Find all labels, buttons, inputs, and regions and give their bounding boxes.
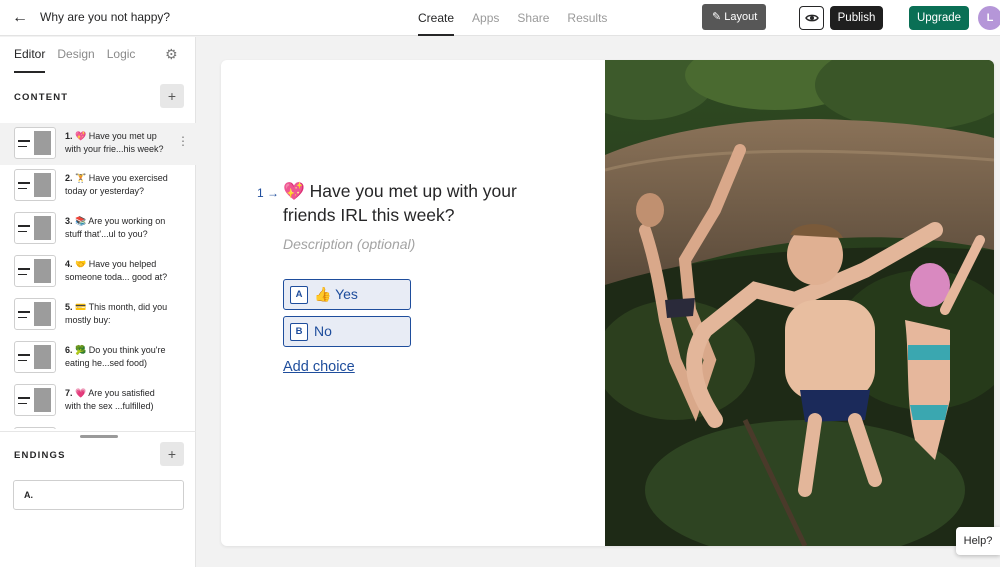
question-item[interactable]: 3. 📚 Are you working on stuff that'...ul… [0, 208, 196, 250]
ending-item[interactable]: A. [13, 480, 184, 510]
question-thumbnail-icon [14, 298, 56, 330]
question-thumbnail-icon [14, 127, 56, 159]
question-item[interactable]: 4. 🤝 Have you helped someone toda... goo… [0, 251, 196, 293]
layout-button[interactable]: ✎ Layout [702, 4, 766, 30]
form-canvas: 1 → 💖 Have you met up with your friends … [221, 60, 994, 546]
form-title[interactable]: Why are you not happy? [40, 10, 170, 24]
question-thumbnail-icon [14, 384, 56, 416]
content-section-label: CONTENT [14, 92, 69, 103]
tab-logic[interactable]: Logic [107, 47, 136, 73]
question-item[interactable] [0, 423, 196, 429]
publish-button[interactable]: Publish [830, 6, 883, 30]
add-content-button[interactable]: + [160, 84, 184, 108]
question-item-label: 3. 📚 Are you working on stuff that'...ul… [65, 216, 166, 239]
question-list[interactable]: 1. 💖 Have you met up with your frie...hi… [0, 123, 196, 429]
tab-design[interactable]: Design [57, 47, 94, 73]
tab-create[interactable]: Create [418, 0, 455, 36]
brush-icon: ✎ [712, 11, 722, 23]
choice-label: 👍 Yes [314, 286, 358, 302]
tab-results[interactable]: Results [567, 0, 607, 36]
add-ending-button[interactable]: + [160, 442, 184, 466]
tab-share[interactable]: Share [517, 0, 549, 36]
endings-section-label: ENDINGS [14, 450, 66, 461]
sidebar-tabs: Editor Design Logic [14, 47, 147, 73]
question-number: 1 → [257, 186, 280, 200]
help-button[interactable]: Help? [956, 527, 1000, 555]
upgrade-button[interactable]: Upgrade [909, 6, 969, 30]
question-item-label: 7. 💗 Are you satisfied with the sex ...f… [65, 388, 155, 411]
question-thumbnail-icon [14, 255, 56, 287]
avatar[interactable]: L [978, 6, 1000, 30]
more-options-icon[interactable]: ⋮ [177, 135, 189, 147]
choice-label: No [314, 323, 332, 339]
resize-handle[interactable] [80, 435, 118, 438]
question-item-label: 4. 🤝 Have you helped someone toda... goo… [65, 259, 168, 282]
tab-editor[interactable]: Editor [14, 47, 46, 73]
sidebar: Editor Design Logic ⚙ CONTENT + 1. 💖 Hav… [0, 37, 196, 567]
question-item[interactable]: 2. 🏋 Have you exercised today or yesterd… [0, 165, 196, 207]
cliff-jump-photo [605, 60, 994, 546]
question-item-label: 5. 💳 This month, did you mostly buy: [65, 302, 168, 325]
eye-icon [804, 14, 819, 22]
question-item[interactable]: 5. 💳 This month, did you mostly buy: [0, 294, 196, 336]
question-thumbnail-icon [14, 427, 56, 429]
question-item-label: 2. 🏋 Have you exercised today or yesterd… [65, 173, 168, 196]
section-divider [0, 431, 196, 432]
arrow-right-icon: → [267, 186, 280, 200]
choice-option[interactable]: A 👍 Yes [283, 279, 411, 310]
question-item[interactable]: 7. 💗 Are you satisfied with the sex ...f… [0, 380, 196, 422]
question-title[interactable]: 💖 Have you met up with your friends IRL … [283, 179, 553, 227]
question-thumbnail-icon [14, 341, 56, 373]
question-item[interactable]: 6. 🥦 Do you think you're eating he...sed… [0, 337, 196, 379]
gear-icon[interactable]: ⚙ [165, 47, 179, 61]
question-thumbnail-icon [14, 169, 56, 201]
tab-apps[interactable]: Apps [472, 0, 499, 36]
choice-key: B [290, 323, 308, 341]
add-choice-link[interactable]: Add choice [283, 359, 355, 375]
question-thumbnail-icon [14, 212, 56, 244]
question-item[interactable]: 1. 💖 Have you met up with your frie...hi… [0, 123, 196, 165]
top-bar: ← Why are you not happy? Create Apps Sha… [0, 0, 1000, 36]
preview-button[interactable] [799, 6, 824, 30]
description-placeholder[interactable]: Description (optional) [283, 236, 415, 252]
question-image[interactable] [605, 60, 994, 546]
question-item-label: 6. 🥦 Do you think you're eating he...sed… [65, 345, 166, 368]
main-nav: Create Apps Share Results [418, 0, 625, 36]
question-item-label: 1. 💖 Have you met up with your frie...hi… [65, 131, 164, 154]
back-arrow-icon[interactable]: ← [10, 8, 30, 28]
choice-option[interactable]: B No [283, 316, 411, 347]
choice-key: A [290, 286, 308, 304]
